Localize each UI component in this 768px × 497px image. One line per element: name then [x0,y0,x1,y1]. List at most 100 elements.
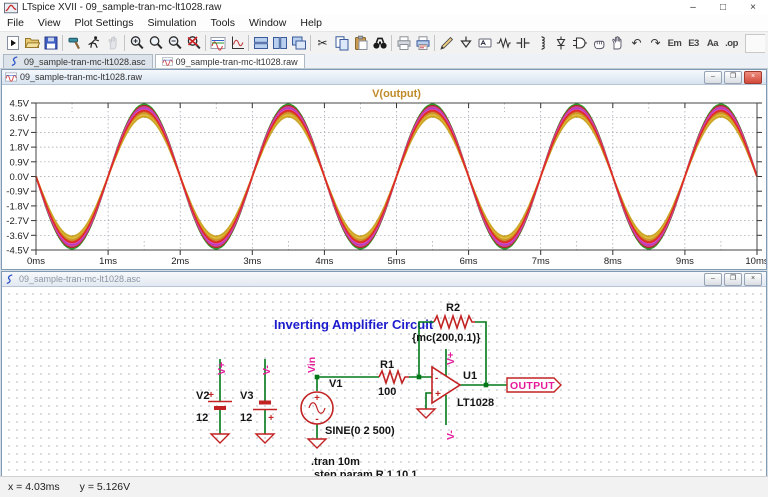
resistor-icon[interactable] [494,34,513,53]
v1-minus-mark: - [315,414,318,425]
v3-value[interactable]: 12 [240,412,252,424]
r1-value[interactable]: 100 [378,386,396,398]
r2-value[interactable]: {mc(200,0.1)} [412,332,481,344]
tile-vertical-icon[interactable] [270,34,289,53]
voltage-source-V2[interactable] [208,400,232,410]
ltspice-app-icon [4,1,18,15]
paste-icon[interactable] [351,34,370,53]
zoom-out-icon[interactable] [165,34,184,53]
autorange-icon[interactable] [208,34,227,53]
ground-v2[interactable] [209,433,231,444]
v1-value[interactable]: SINE(0 2 500) [325,425,395,437]
label-net-icon[interactable] [475,34,494,53]
plot-settings-icon[interactable] [227,34,246,53]
toolbar: ✂ ↶ ↷ Em E3 Aa .op [0,31,768,55]
waveform-plot[interactable]: 4.5V 3.6V 2.7V 1.8V 0.9V 0.0V -0.9V -1.8V -2.7V -… [2,85,768,269]
ground-icon[interactable] [456,34,475,53]
copy-icon[interactable] [332,34,351,53]
schematic-minimize-button[interactable]: – [704,272,722,286]
print-icon[interactable] [394,34,413,53]
schematic-window-titlebar[interactable]: 09_sample-tran-mc-lt1028.asc – ❐ × [2,272,766,287]
move-icon[interactable] [589,34,608,53]
capacitor-icon[interactable] [513,34,532,53]
minimize-button[interactable]: – [678,0,708,15]
net-label-vplus[interactable]: V+ [216,362,228,375]
waveform-minimize-button[interactable]: – [704,70,722,84]
open-icon[interactable] [22,34,41,53]
waveform-plot-area[interactable]: 4.5V 3.6V 2.7V 1.8V 0.9V 0.0V -0.9V -1.8V -2.7V -… [2,85,768,269]
save-icon[interactable] [41,34,60,53]
voltage-source-V3[interactable] [253,400,277,411]
v3-name[interactable]: V3 [240,390,253,402]
net-label-vminus[interactable]: V- [261,365,273,375]
x-tick-label: 5ms [388,256,406,267]
menu-window[interactable]: Window [242,15,293,31]
ground-v3[interactable] [254,433,276,444]
resistor-R1[interactable] [378,368,409,386]
zoom-full-extents-icon[interactable] [184,34,203,53]
ground-v1[interactable] [306,438,328,449]
find-icon[interactable] [370,34,389,53]
schematic-close-button[interactable]: × [744,272,762,286]
waveform-restore-button[interactable]: ❐ [724,70,742,84]
v1-sine-glyph [308,402,326,414]
wire-icon[interactable] [437,34,456,53]
component-icon[interactable] [570,34,589,53]
run-icon[interactable] [3,34,22,53]
tab-1[interactable]: 09_sample-tran-mc-lt1028.asc [3,54,153,68]
schematic-canvas[interactable]: Inverting Amplifier Circuit - + + - + + … [2,287,766,481]
r2-name[interactable]: R2 [446,302,460,314]
diode-icon[interactable] [551,34,570,53]
opamp-vminus-pin-label[interactable]: V- [445,430,457,440]
print-preview-icon[interactable] [413,34,432,53]
x-tick-label: 6ms [460,256,478,267]
rotate-icon[interactable]: E3 [684,34,703,53]
menu-plot-settings[interactable]: Plot Settings [68,15,141,31]
waveform-window: 09_sample-tran-mc-lt1028.raw – ❐ × 4.5V 3… [1,69,768,270]
close-button[interactable]: × [738,0,768,15]
menu-file[interactable]: File [0,15,31,31]
tab-2-active[interactable]: 09_sample-tran-mc-lt1028.raw [154,54,305,68]
v1-name[interactable]: V1 [329,378,342,390]
mirror-icon[interactable]: Em [665,34,684,53]
window-title: LTspice XVII - 09_sample-tran-mc-lt1028.… [22,2,222,13]
ground-opamp[interactable] [415,408,437,419]
maximize-button[interactable]: □ [708,0,738,15]
schematic-window-title: 09_sample-tran-mc-lt1028.asc [19,274,141,284]
menu-help[interactable]: Help [293,15,329,31]
tile-horizontal-icon[interactable] [251,34,270,53]
opamp-vplus-pin-label[interactable]: V+ [445,352,457,365]
drag-icon[interactable] [608,34,627,53]
schematic-heading[interactable]: Inverting Amplifier Circuit [274,317,434,332]
menu-tools[interactable]: Tools [203,15,242,31]
run-simulation-icon[interactable] [84,34,103,53]
legend-v-output[interactable]: V(output) [372,88,421,100]
v2-name[interactable]: V2 [196,390,209,402]
cascade-icon[interactable] [289,34,308,53]
menu-view[interactable]: View [31,15,68,31]
resistor-R2[interactable] [433,313,475,331]
cut-icon[interactable]: ✂ [313,34,332,53]
output-flag-label[interactable]: OUTPUT [510,380,555,392]
inductor-icon[interactable] [532,34,551,53]
menu-simulation[interactable]: Simulation [140,15,203,31]
text-icon[interactable]: Aa [703,34,722,53]
v2-value[interactable]: 12 [196,412,208,424]
spice-directive-icon[interactable]: .op [722,34,741,53]
waveform-window-titlebar[interactable]: 09_sample-tran-mc-lt1028.raw – ❐ × [2,70,766,85]
toolbar-separator [124,35,125,51]
u1-value[interactable]: LT1028 [457,397,494,409]
u1-name[interactable]: U1 [463,370,477,382]
halt-icon[interactable] [103,34,122,53]
r1-name[interactable]: R1 [380,359,394,371]
waveform-close-button[interactable]: × [744,70,762,84]
zoom-back-icon[interactable] [146,34,165,53]
undo-icon[interactable]: ↶ [627,34,646,53]
zoom-area-icon[interactable] [127,34,146,53]
redo-icon[interactable]: ↷ [646,34,665,53]
spice-directive-tran[interactable]: .tran 10m [311,456,360,468]
net-label-vin[interactable]: Vin [306,357,318,373]
schematic-restore-button[interactable]: ❐ [724,272,742,286]
control-panel-icon[interactable] [65,34,84,53]
v1-plus-mark: + [314,393,320,404]
